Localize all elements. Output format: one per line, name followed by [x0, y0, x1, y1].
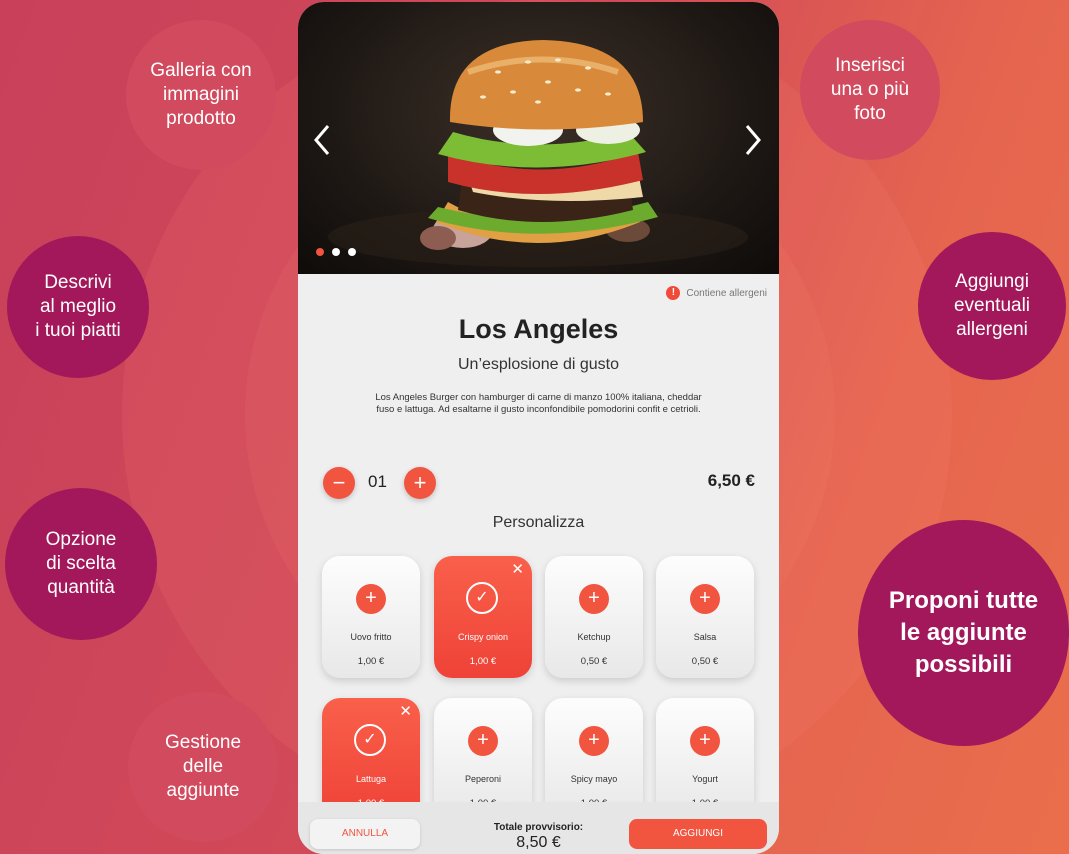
quantity-value: 01	[368, 472, 387, 491]
product-price: 6,50 €	[707, 471, 755, 490]
addon-name: Lattuga	[355, 774, 387, 784]
addon-name: Ketchup	[577, 632, 611, 642]
customize-heading: Personalizza	[492, 514, 585, 531]
addon-card-uovo-fritto[interactable]: + Uovo fritto 1,00 €	[322, 556, 420, 678]
plus-icon: +	[468, 726, 498, 756]
addon-card-crispy-onion[interactable]: ✕ ✓ Crispy onion 1,00 €	[434, 556, 532, 678]
quantity-decrease-button[interactable]: −	[323, 467, 355, 499]
product-title: Los Angeles	[458, 314, 619, 344]
add-to-cart-button[interactable]: AGGIUNGI	[629, 819, 767, 849]
gallery-next-button[interactable]	[737, 120, 767, 160]
plus-icon: +	[690, 726, 720, 756]
gallery-dot[interactable]	[316, 248, 324, 256]
addon-name: Uovo fritto	[350, 632, 392, 642]
callout-addons: Proponi tutte le aggiunte possibili	[858, 520, 1069, 746]
plus-icon: +	[579, 726, 609, 756]
quantity-increase-button[interactable]: +	[404, 467, 436, 499]
addon-name: Yogurt	[692, 774, 718, 784]
burger-image	[328, 40, 748, 267]
plus-icon: +	[356, 584, 386, 614]
gallery-dot[interactable]	[348, 248, 356, 256]
addon-card-salsa[interactable]: + Salsa 0,50 €	[656, 556, 754, 678]
callout-gallery: Galleria con immagini prodotto	[126, 20, 276, 170]
close-icon[interactable]: ✕	[511, 562, 524, 577]
gallery-dot[interactable]	[332, 248, 340, 256]
addon-name: Spicy mayo	[570, 774, 618, 784]
addon-name: Crispy onion	[457, 632, 509, 642]
product-subtitle: Un’esplosione di gusto	[458, 356, 619, 373]
phone-screen: ! Contiene allergeni Los Angeles Un’espl…	[298, 2, 779, 854]
check-icon: ✓	[466, 582, 498, 614]
gallery-prev-button[interactable]	[308, 120, 338, 160]
callout-describe: Descrivi al meglio i tuoi piatti	[7, 236, 149, 378]
allergen-info[interactable]: ! Contiene allergeni	[666, 286, 767, 300]
addon-name: Peperoni	[464, 774, 502, 784]
callout-photos: Inserisci una o più foto	[800, 20, 940, 160]
addon-price: 1,00 €	[357, 656, 385, 667]
check-icon: ✓	[354, 724, 386, 756]
plus-icon: +	[579, 584, 609, 614]
product-description: Los Angeles Burger con hamburger di carn…	[375, 392, 702, 415]
alert-icon: !	[666, 286, 681, 300]
addon-name: Salsa	[693, 632, 717, 642]
product-gallery[interactable]	[298, 2, 779, 274]
plus-icon: +	[690, 584, 720, 614]
callout-manage-addons: Gestione delle aggiunte	[128, 692, 278, 842]
gallery-dots	[316, 248, 356, 256]
callout-allergens: Aggiungi eventuali allergeni	[918, 232, 1066, 380]
chevron-left-icon	[314, 125, 330, 155]
addon-card-ketchup[interactable]: + Ketchup 0,50 €	[545, 556, 643, 678]
allergen-label: Contiene allergeni	[686, 287, 767, 299]
addon-price: 0,50 €	[691, 656, 719, 667]
addon-price: 0,50 €	[580, 656, 608, 667]
action-footer: ANNULLA Totale provvisorio: 8,50 € AGGIU…	[298, 802, 779, 854]
addon-price: 1,00 €	[469, 656, 497, 667]
close-icon[interactable]: ✕	[399, 704, 412, 719]
chevron-right-icon	[745, 125, 761, 155]
callout-quantity: Opzione di scelta quantità	[5, 488, 157, 640]
